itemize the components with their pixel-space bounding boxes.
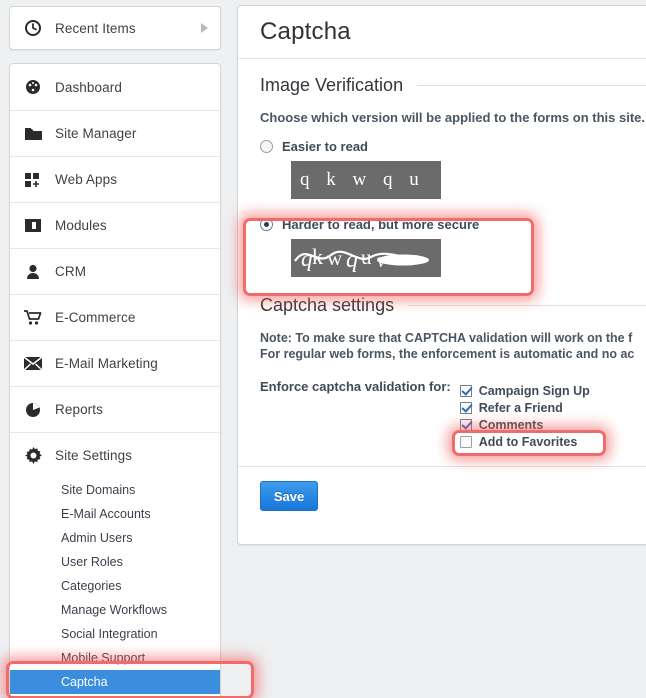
gear-icon xyxy=(22,447,44,464)
sidebar-item-manage-workflows[interactable]: Manage Workflows xyxy=(10,598,220,622)
person-icon xyxy=(22,264,44,280)
sidebar: Recent Items Dashboard Site Manager Web … xyxy=(9,6,221,698)
sidebar-item-admin-users[interactable]: Admin Users xyxy=(10,526,220,550)
sidebar-item-email-marketing[interactable]: E-Mail Marketing xyxy=(10,340,220,386)
recent-items-label: Recent Items xyxy=(55,20,136,36)
main-panel: Captcha Image Verification Choose which … xyxy=(237,5,646,545)
caret-right-icon[interactable] xyxy=(201,23,208,33)
captcha-preview-easier: q k w q u v xyxy=(291,161,441,199)
sidebar-item-label: Web Apps xyxy=(55,172,118,187)
section-heading: Captcha settings xyxy=(260,295,395,315)
grid-plus-icon xyxy=(22,172,44,188)
section-heading: Image Verification xyxy=(260,75,404,95)
sidebar-item-dashboard[interactable]: Dashboard xyxy=(10,64,220,110)
radio-harder-to-read[interactable] xyxy=(260,218,273,231)
enforce-captcha-label: Enforce captcha validation for: xyxy=(260,379,451,394)
page-title: Captcha xyxy=(260,18,351,45)
sidebar-item-reports[interactable]: Reports xyxy=(10,386,220,432)
gauge-icon xyxy=(22,79,44,95)
folder-icon xyxy=(22,126,44,141)
sidebar-item-categories[interactable]: Categories xyxy=(10,574,220,598)
captcha-text-easier: q k w q u v xyxy=(300,169,425,190)
pie-chart-icon xyxy=(22,402,44,418)
sidebar-item-captcha[interactable]: Captcha xyxy=(10,670,220,694)
sub-item-label: Mobile Support xyxy=(61,651,146,665)
captcha-note-line-1: Note: To make sure that CAPTCHA validati… xyxy=(260,331,633,345)
sidebar-item-site-domains[interactable]: Site Domains xyxy=(10,478,220,502)
checkbox-row-campaign-sign-up[interactable]: Campaign Sign Up xyxy=(459,382,590,399)
sidebar-item-user-roles[interactable]: User Roles xyxy=(10,550,220,574)
sub-item-label: Admin Users xyxy=(61,531,133,545)
sidebar-item-modules[interactable]: Modules xyxy=(10,202,220,248)
sidebar-item-e-commerce[interactable]: E-Commerce xyxy=(10,294,220,340)
checkbox-label: Refer a Friend xyxy=(478,400,563,415)
sidebar-item-label: Reports xyxy=(55,402,103,417)
clock-icon xyxy=(22,20,44,36)
svg-text:w: w xyxy=(327,246,343,270)
captcha-preview-harder: q k w q u v xyxy=(291,239,441,277)
envelope-icon xyxy=(22,357,44,370)
checkbox-label: Add to Favorites xyxy=(478,434,578,449)
sub-item-label: User Roles xyxy=(61,555,123,569)
sub-item-label: Site Domains xyxy=(61,483,136,497)
svg-text:q: q xyxy=(301,246,312,271)
checkbox-label: Comments xyxy=(478,417,544,432)
sub-item-label: Captcha xyxy=(61,675,108,689)
image-verification-header: Image Verification xyxy=(260,75,646,96)
sidebar-item-site-manager[interactable]: Site Manager xyxy=(10,110,220,156)
sub-item-label: Social Integration xyxy=(61,627,158,641)
svg-text:v: v xyxy=(377,250,386,272)
radio-label: Harder to read, but more secure xyxy=(282,217,480,232)
sidebar-item-social-integration[interactable]: Social Integration xyxy=(10,622,220,646)
checkbox-refer-a-friend[interactable] xyxy=(459,401,472,414)
footer-divider xyxy=(238,466,646,467)
section-divider xyxy=(408,305,646,306)
captcha-distorted-render: q k w q u v xyxy=(291,239,441,277)
sub-item-label: Categories xyxy=(61,579,122,593)
sidebar-item-label: CRM xyxy=(55,264,87,279)
checkbox-row-comments[interactable]: Comments xyxy=(459,416,590,433)
cart-icon xyxy=(22,309,44,326)
svg-text:k: k xyxy=(312,244,323,269)
svg-text:q: q xyxy=(346,247,358,273)
radio-easier-to-read[interactable] xyxy=(260,140,273,153)
main-body: Image Verification Choose which version … xyxy=(238,59,646,450)
checkbox-comments[interactable] xyxy=(459,418,472,431)
sidebar-item-label: Dashboard xyxy=(55,79,122,95)
sidebar-item-label: E-Mail Marketing xyxy=(55,356,158,371)
checkbox-campaign-sign-up[interactable] xyxy=(459,384,472,397)
sidebar-item-crm[interactable]: CRM xyxy=(10,248,220,294)
captcha-option-easier[interactable]: Easier to read q k w q u v xyxy=(260,139,646,199)
site-settings-subnav: Site Domains E-Mail Accounts Admin Users… xyxy=(10,478,220,698)
sidebar-item-label: E-Commerce xyxy=(55,310,136,325)
captcha-option-harder[interactable]: Harder to read, but more secure q k w q … xyxy=(260,217,646,277)
section-divider xyxy=(417,85,646,86)
svg-text:u: u xyxy=(361,245,372,269)
save-button[interactable]: Save xyxy=(260,481,318,511)
enforce-captcha-row: Enforce captcha validation for: Campaign… xyxy=(260,378,646,450)
checkbox-row-refer-a-friend[interactable]: Refer a Friend xyxy=(459,399,590,416)
sidebar-item-label: Site Manager xyxy=(55,126,137,141)
sidebar-item-label: Site Settings xyxy=(55,448,133,463)
sidebar-item-email-accounts[interactable]: E-Mail Accounts xyxy=(10,502,220,526)
module-box-icon xyxy=(22,218,44,233)
sub-item-label: E-Mail Accounts xyxy=(61,507,151,521)
image-verification-lead: Choose which version will be applied to … xyxy=(260,110,645,125)
sidebar-item-label: Modules xyxy=(55,218,107,233)
sub-item-label: Manage Workflows xyxy=(61,603,168,617)
radio-label: Easier to read xyxy=(282,139,368,154)
captcha-note-line-2: For regular web forms, the enforcement i… xyxy=(260,347,635,361)
checkbox-add-to-favorites[interactable] xyxy=(459,435,472,448)
enforce-targets-list: Campaign Sign Up Refer a Friend Comments… xyxy=(459,382,590,450)
captcha-settings-header: Captcha settings xyxy=(260,295,646,316)
checkbox-row-add-to-favorites[interactable]: Add to Favorites xyxy=(459,433,590,450)
screen: Recent Items Dashboard Site Manager Web … xyxy=(0,0,646,698)
sidebar-item-mobile-support[interactable]: Mobile Support xyxy=(10,646,220,670)
sidebar-item-site-map[interactable]: Site Map xyxy=(10,694,220,698)
checkbox-label: Campaign Sign Up xyxy=(478,383,590,398)
main-nav: Dashboard Site Manager Web Apps Modules … xyxy=(9,63,221,698)
sidebar-item-site-settings[interactable]: Site Settings xyxy=(10,432,220,478)
recent-items-button[interactable]: Recent Items xyxy=(9,6,221,50)
sidebar-item-web-apps[interactable]: Web Apps xyxy=(10,156,220,202)
